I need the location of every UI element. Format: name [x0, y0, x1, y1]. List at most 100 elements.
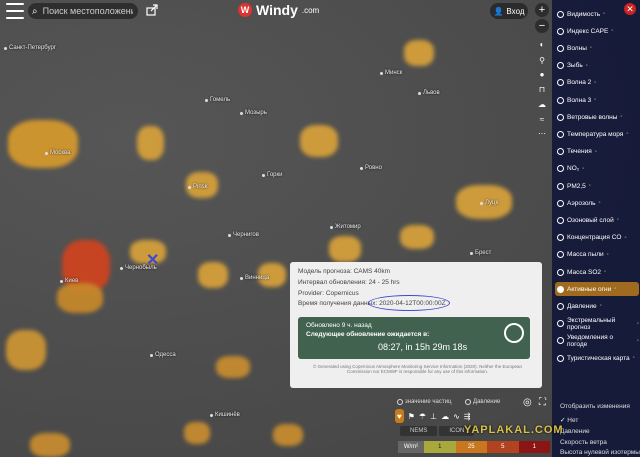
layer-item[interactable]: PM2,5 ◦ — [555, 179, 639, 193]
city-dot — [262, 174, 265, 177]
fire-heat-area — [30, 433, 70, 457]
city-label: Одесса — [155, 352, 176, 358]
layer-item[interactable]: Концентрация CO ◦ — [555, 231, 639, 245]
legend-value: 1 — [424, 441, 456, 453]
zoom-out-button[interactable]: − — [535, 19, 549, 33]
globe-icon[interactable]: ◐ — [536, 38, 548, 50]
temperature-icon[interactable]: ⊓ — [536, 83, 548, 95]
layer-item-label: PM2,5 — [567, 182, 586, 190]
particles-toggle[interactable]: значение частиц — [397, 399, 451, 405]
fire-heat-area — [8, 120, 78, 168]
layer-item[interactable]: Ветровые волны ◦ — [555, 110, 639, 124]
fire-heat-area — [404, 40, 434, 66]
overlay-option-freezing[interactable]: Высота нулевой изотермы — [560, 449, 640, 456]
city-label: Минск — [385, 70, 403, 76]
wave-icon[interactable]: ≈ — [536, 113, 548, 125]
search-icon: ⌕ — [32, 5, 38, 17]
search-input[interactable] — [40, 5, 135, 17]
fire-heat-area — [216, 356, 250, 378]
city-dot — [210, 414, 213, 417]
city-label: Брест — [475, 250, 492, 256]
next-update-text: Следующее обновление ожидается в: — [306, 331, 430, 338]
model-nems[interactable]: NEMS — [400, 426, 438, 436]
city-label: Кишинёв — [215, 412, 240, 418]
popup-provider: Provider: Copernicus — [298, 290, 359, 297]
overlay-option-wind[interactable]: Скорость ветра — [560, 439, 607, 446]
layer-item[interactable]: Туристическая карта ◦ — [555, 351, 639, 365]
city-label: Житомир — [335, 224, 361, 230]
layer-info-popup: Модель прогноза: CAMS 40km Интервал обно… — [290, 262, 542, 388]
time-highlight-circle — [368, 295, 450, 311]
radio-icon — [557, 27, 564, 35]
share-icon[interactable] — [146, 4, 158, 16]
thermometer-icon: ◦ — [626, 131, 629, 138]
pressure-toggle[interactable]: Давление — [465, 399, 500, 405]
drop-icon[interactable]: ● — [536, 68, 548, 80]
layer-item[interactable]: Масса SO2 ◦ — [555, 265, 639, 279]
radio-icon — [557, 251, 564, 259]
layer-item[interactable]: Зыбь ◦ — [555, 59, 639, 73]
layer-item-label: Активные огни — [567, 285, 612, 293]
menu-button[interactable] — [6, 3, 24, 19]
city-dot — [380, 72, 383, 75]
layer-item-label: Волна 3 — [567, 96, 592, 104]
pin-icon[interactable]: ⚲ — [536, 54, 548, 66]
layer-item[interactable]: Активные огни ◦ — [555, 282, 639, 297]
wind-icon[interactable]: ⚑ — [408, 409, 415, 423]
layer-item-label: Аэрозоль — [567, 199, 596, 207]
heart-icon[interactable]: ♥ — [395, 409, 404, 423]
rain-icon[interactable]: ☂ — [419, 409, 426, 423]
fire-heat-area — [456, 185, 512, 219]
city-label: Ровно — [365, 165, 382, 171]
zoom-out-label: − — [538, 20, 546, 32]
layer-item[interactable]: Индекс CAPE ◦ — [555, 24, 639, 38]
layer-item[interactable]: NO₂ ◦ — [555, 162, 639, 176]
layer-item[interactable]: Волны ◦ — [555, 41, 639, 55]
radio-icon — [557, 268, 564, 276]
fullscreen-icon[interactable]: ⛶ — [539, 397, 546, 408]
windy-logo[interactable]: W Windy .com — [238, 2, 319, 18]
fire-heat-area — [273, 424, 303, 446]
city-label: Луцк — [485, 200, 499, 206]
radio-icon — [557, 216, 564, 224]
waves-icon[interactable]: ∿ — [453, 409, 460, 423]
more-icon[interactable]: ⋯ — [536, 127, 548, 139]
layer-item[interactable]: Озоновый слой ◦ — [555, 213, 639, 227]
temp-icon[interactable]: ⊥ — [430, 409, 437, 423]
layer-item[interactable]: Температура моря ◦ — [555, 127, 639, 141]
radio-icon — [557, 62, 564, 70]
fire-heat-area — [300, 125, 338, 157]
login-button[interactable]: 👤 Вход — [490, 3, 528, 19]
layer-item[interactable]: Экстремальный прогноз ◦ — [555, 317, 639, 331]
checkmark-icon: ✓ — [560, 417, 566, 424]
gauge-icon: ◦ — [599, 303, 602, 310]
layer-item-label: Туристическая карта — [567, 354, 630, 362]
layer-item[interactable]: Давление ◦ — [555, 299, 639, 313]
layer-item[interactable]: Видимость ◦ — [555, 7, 639, 21]
city-label: Гомель — [210, 97, 231, 103]
gust-icon[interactable]: ⇶ — [464, 409, 471, 423]
city-dot — [60, 280, 63, 283]
city-label: Горки — [267, 172, 283, 178]
city-dot — [150, 354, 153, 357]
layer-item[interactable]: Уведомления о погоде ◦ — [555, 334, 639, 348]
layer-item[interactable]: Волна 3 ◦ — [555, 93, 639, 107]
layer-item-label: Зыбь — [567, 62, 583, 70]
layer-item[interactable]: Аэрозоль ◦ — [555, 196, 639, 210]
city-dot — [418, 92, 421, 95]
radio-icon — [557, 113, 564, 121]
fire-icon: ◦ — [614, 286, 617, 293]
search-box[interactable]: ⌕ — [28, 3, 138, 19]
clouds-icon[interactable]: ☁ — [441, 409, 449, 423]
settings-icon[interactable]: ◎ — [523, 397, 532, 408]
overlay-option-pressure[interactable]: Давление — [560, 428, 590, 435]
particles-label: значение частиц — [405, 399, 452, 405]
overlay-option-none[interactable]: ✓ Нет — [560, 416, 578, 424]
cloud-icon[interactable]: ☁ — [536, 98, 548, 110]
layer-item[interactable]: Течения ◦ — [555, 145, 639, 159]
city-dot — [330, 226, 333, 229]
watermark: YAPLAKAL.COM — [464, 424, 564, 436]
zoom-in-button[interactable]: + — [535, 3, 549, 17]
layer-item[interactable]: Волна 2 ◦ — [555, 76, 639, 90]
layer-item[interactable]: Масса пыли ◦ — [555, 248, 639, 262]
